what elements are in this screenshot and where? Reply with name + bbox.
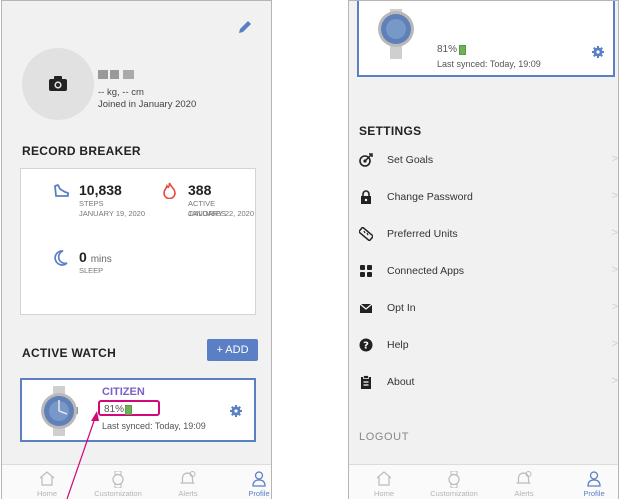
bell-icon — [516, 471, 532, 484]
watch-brand: CITIZEN — [102, 386, 145, 398]
settings-item-about[interactable]: About > — [349, 365, 618, 401]
settings-item-label: Preferred Units — [387, 228, 458, 240]
tab-alerts[interactable]: Alerts — [494, 465, 554, 499]
settings-item-preferred-units[interactable]: Preferred Units > — [349, 217, 618, 253]
tab-label: Home — [373, 489, 394, 498]
edit-pencil-icon[interactable] — [237, 19, 253, 35]
profile-screen: -- kg, -- cm Joined in January 2020 RECO… — [1, 0, 272, 499]
chevron-right-icon: > — [611, 301, 618, 313]
ruler-icon — [359, 227, 373, 241]
camera-icon — [49, 76, 67, 91]
sleep-unit: mins — [90, 254, 112, 265]
flame-icon — [163, 182, 176, 199]
moon-icon — [54, 250, 68, 266]
profile-screen-scrolled: 81% Last synced: Today, 19:09 SETTINGS S… — [348, 0, 619, 499]
settings-title: SETTINGS — [359, 124, 422, 138]
tab-home[interactable]: Home — [17, 465, 77, 499]
settings-item-label: Change Password — [387, 191, 473, 203]
tab-profile[interactable]: Profile — [229, 465, 271, 499]
chevron-right-icon: > — [611, 227, 618, 239]
svg-text:?: ? — [363, 341, 369, 352]
tab-bar: Home Customization Alerts Profile — [2, 464, 271, 499]
shoe-icon — [54, 184, 69, 197]
watch-icon — [112, 471, 124, 488]
battery-icon — [459, 45, 466, 55]
last-synced: Last synced: Today, 19:09 — [102, 421, 206, 431]
tab-home[interactable]: Home — [354, 465, 414, 499]
logout-button[interactable]: LOGOUT — [359, 431, 409, 443]
settings-item-label: Connected Apps — [387, 265, 465, 277]
watch-image — [378, 9, 414, 59]
clipboard-icon — [361, 375, 371, 389]
tab-customization[interactable]: Customization — [88, 465, 148, 499]
settings-item-help[interactable]: ? Help > — [349, 328, 618, 364]
user-icon — [587, 471, 601, 487]
settings-item-set-goals[interactable]: Set Goals > — [349, 143, 618, 179]
tab-label: Customization — [430, 489, 478, 498]
chevron-right-icon: > — [611, 375, 618, 387]
record-breaker-title: RECORD BREAKER — [22, 144, 141, 158]
last-synced: Last synced: Today, 19:09 — [437, 59, 541, 69]
settings-item-opt-in[interactable]: Opt In > — [349, 291, 618, 327]
calories-date: JANUARY 22, 2020 — [188, 209, 255, 218]
add-watch-button[interactable]: + ADD — [207, 339, 258, 361]
tab-label: Profile — [583, 489, 605, 498]
chevron-right-icon: > — [611, 264, 618, 276]
record-breaker-card: 10,838 STEPS JANUARY 19, 2020 388 ACTIVE… — [20, 168, 256, 315]
tab-label: Alerts — [514, 489, 534, 498]
calories-value: 388 — [188, 182, 212, 198]
settings-item-connected-apps[interactable]: Connected Apps > — [349, 254, 618, 290]
settings-item-label: Help — [387, 339, 409, 351]
sleep-value: 0 mins — [79, 249, 112, 265]
watch-icon — [448, 471, 460, 488]
apps-icon — [360, 265, 372, 277]
settings-item-label: Set Goals — [387, 154, 434, 166]
user-name-redacted — [98, 70, 134, 80]
steps-label: STEPS — [79, 199, 104, 208]
settings-item-label: Opt In — [387, 302, 416, 314]
battery-percent: 81% — [437, 44, 458, 55]
chevron-right-icon: > — [611, 338, 618, 350]
tab-customization[interactable]: Customization — [424, 465, 484, 499]
battery-icon — [125, 405, 132, 415]
battery-percent: 81% — [104, 404, 125, 415]
joined-date: Joined in January 2020 — [98, 99, 197, 110]
target-icon — [359, 153, 373, 167]
watch-image — [41, 386, 78, 436]
chevron-right-icon: > — [611, 153, 618, 165]
help-icon: ? — [359, 338, 373, 352]
tab-label: Alerts — [178, 489, 198, 498]
avatar[interactable] — [22, 48, 94, 120]
lock-icon — [361, 190, 371, 204]
sleep-label: SLEEP — [79, 266, 104, 275]
settings-item-label: About — [387, 376, 415, 388]
tab-label: Profile — [248, 489, 270, 498]
tab-label: Customization — [94, 489, 142, 498]
home-icon — [376, 471, 392, 486]
active-watch-card[interactable]: CITIZEN 81% Last synced: Today, 19:09 — [20, 378, 256, 442]
chevron-right-icon: > — [611, 190, 618, 202]
tab-bar: Home Customization Alerts Profile — [349, 464, 618, 499]
tab-profile[interactable]: Profile — [564, 465, 618, 499]
home-icon — [39, 471, 55, 486]
sleep-number: 0 — [79, 249, 87, 265]
tab-alerts[interactable]: Alerts — [158, 465, 218, 499]
active-watch-title: ACTIVE WATCH — [22, 346, 117, 360]
gear-icon[interactable] — [592, 46, 604, 58]
mail-icon — [359, 303, 373, 313]
bell-icon — [180, 471, 196, 484]
gear-icon[interactable] — [230, 405, 242, 417]
body-stats: -- kg, -- cm — [98, 87, 144, 98]
steps-date: JANUARY 19, 2020 — [79, 209, 146, 218]
settings-item-change-password[interactable]: Change Password > — [349, 180, 618, 216]
active-watch-card[interactable]: 81% Last synced: Today, 19:09 — [357, 1, 615, 77]
tab-label: Home — [36, 489, 57, 498]
steps-value: 10,838 — [79, 182, 122, 198]
user-icon — [252, 471, 266, 487]
